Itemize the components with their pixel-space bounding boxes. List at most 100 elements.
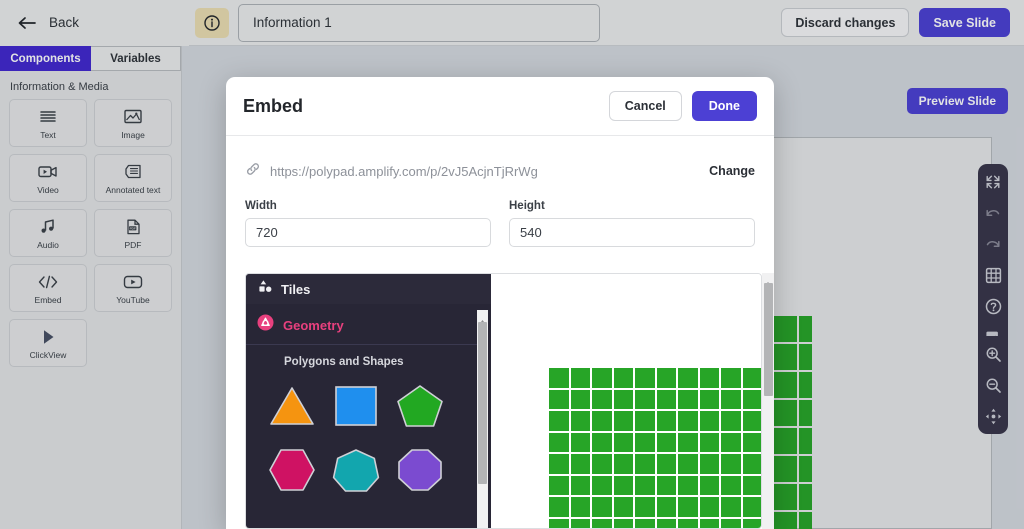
grid-cell bbox=[592, 475, 612, 495]
grid-cell bbox=[699, 518, 719, 528]
polypad-green-grid bbox=[549, 368, 761, 528]
dimensions-row: Width Height bbox=[226, 194, 774, 247]
grid-cell bbox=[699, 389, 719, 409]
grid-cell bbox=[549, 432, 569, 452]
grid-cell bbox=[678, 411, 698, 431]
grid-cell bbox=[592, 518, 612, 528]
cancel-button[interactable]: Cancel bbox=[608, 91, 682, 121]
grid-cell bbox=[678, 389, 698, 409]
grid-cell bbox=[699, 432, 719, 452]
grid-cell bbox=[570, 497, 590, 517]
grid-cell bbox=[742, 518, 761, 528]
modal-title: Embed bbox=[243, 95, 304, 116]
grid-cell bbox=[570, 518, 590, 528]
grid-cell bbox=[613, 389, 633, 409]
grid-cell bbox=[721, 497, 741, 517]
height-input[interactable] bbox=[509, 218, 755, 247]
grid-cell bbox=[549, 454, 569, 474]
grid-cell bbox=[635, 411, 655, 431]
shape-hexagon[interactable] bbox=[260, 443, 324, 497]
polypad-subsection-label: Polygons and Shapes bbox=[284, 356, 404, 368]
grid-cell bbox=[721, 368, 741, 388]
grid-cell bbox=[570, 432, 590, 452]
grid-cell bbox=[549, 497, 569, 517]
grid-cell bbox=[549, 411, 569, 431]
grid-cell bbox=[592, 368, 612, 388]
grid-cell bbox=[678, 497, 698, 517]
grid-cell bbox=[549, 389, 569, 409]
grid-cell bbox=[635, 432, 655, 452]
grid-cell bbox=[656, 454, 676, 474]
polypad-canvas[interactable] bbox=[491, 274, 761, 528]
grid-cell bbox=[635, 518, 655, 528]
grid-cell bbox=[613, 518, 633, 528]
polypad-panel-title: Tiles bbox=[281, 281, 311, 297]
grid-cell bbox=[721, 389, 741, 409]
polypad-tiles-panel: Tiles Geometry Polygons and Shapes bbox=[246, 274, 491, 528]
grid-cell bbox=[570, 368, 590, 388]
grid-cell bbox=[592, 432, 612, 452]
grid-cell bbox=[699, 368, 719, 388]
grid-cell bbox=[570, 411, 590, 431]
grid-cell bbox=[742, 368, 761, 388]
grid-cell bbox=[613, 368, 633, 388]
shape-pentagon[interactable] bbox=[388, 379, 452, 433]
grid-cell bbox=[635, 475, 655, 495]
grid-cell bbox=[699, 454, 719, 474]
grid-cell bbox=[721, 518, 741, 528]
grid-cell bbox=[721, 475, 741, 495]
grid-cell bbox=[635, 389, 655, 409]
embed-preview-frame: Tiles Geometry Polygons and Shapes bbox=[245, 273, 762, 529]
change-url-button[interactable]: Change bbox=[709, 164, 755, 178]
grid-cell bbox=[656, 497, 676, 517]
shape-heptagon[interactable] bbox=[324, 443, 388, 497]
grid-cell bbox=[613, 475, 633, 495]
polypad-panel-scrollbar[interactable] bbox=[477, 310, 488, 528]
width-label: Width bbox=[245, 200, 277, 212]
modal-actions: Cancel Done bbox=[608, 91, 757, 121]
grid-cell bbox=[613, 497, 633, 517]
embed-modal: Embed Cancel Done https://polypad.amplif… bbox=[226, 77, 774, 529]
polypad-panel-header: Tiles bbox=[246, 274, 491, 304]
grid-cell bbox=[678, 454, 698, 474]
grid-cell bbox=[678, 368, 698, 388]
grid-cell bbox=[742, 411, 761, 431]
grid-cell bbox=[742, 389, 761, 409]
scrollbar-thumb[interactable] bbox=[764, 283, 773, 396]
shape-triangle[interactable] bbox=[260, 379, 324, 433]
width-input[interactable] bbox=[245, 218, 491, 247]
grid-cell bbox=[613, 454, 633, 474]
grid-cell bbox=[592, 497, 612, 517]
scrollbar-thumb[interactable] bbox=[478, 322, 487, 484]
grid-cell bbox=[635, 454, 655, 474]
modal-scrollbar[interactable] bbox=[762, 273, 774, 529]
grid-cell bbox=[656, 518, 676, 528]
done-button[interactable]: Done bbox=[691, 91, 757, 121]
grid-cell bbox=[592, 454, 612, 474]
grid-cell bbox=[699, 497, 719, 517]
grid-cell bbox=[570, 454, 590, 474]
grid-cell bbox=[570, 475, 590, 495]
grid-cell bbox=[721, 454, 741, 474]
polypad-category-geometry[interactable]: Geometry bbox=[246, 304, 477, 345]
grid-cell bbox=[742, 432, 761, 452]
height-field: Height bbox=[509, 200, 755, 247]
grid-cell bbox=[635, 497, 655, 517]
grid-cell bbox=[635, 368, 655, 388]
shape-octagon[interactable] bbox=[388, 443, 452, 497]
shape-square[interactable] bbox=[324, 379, 388, 433]
grid-cell bbox=[721, 432, 741, 452]
width-field: Width bbox=[245, 200, 491, 247]
grid-cell bbox=[699, 411, 719, 431]
grid-cell bbox=[678, 475, 698, 495]
grid-cell bbox=[678, 432, 698, 452]
grid-cell bbox=[699, 475, 719, 495]
app-root: Back Discard changes Save Slide Componen… bbox=[0, 0, 1024, 529]
grid-cell bbox=[613, 411, 633, 431]
grid-cell bbox=[656, 432, 676, 452]
grid-cell bbox=[656, 475, 676, 495]
grid-cell bbox=[742, 497, 761, 517]
grid-cell bbox=[742, 454, 761, 474]
grid-cell bbox=[721, 411, 741, 431]
polypad-category-label: Geometry bbox=[283, 317, 344, 333]
